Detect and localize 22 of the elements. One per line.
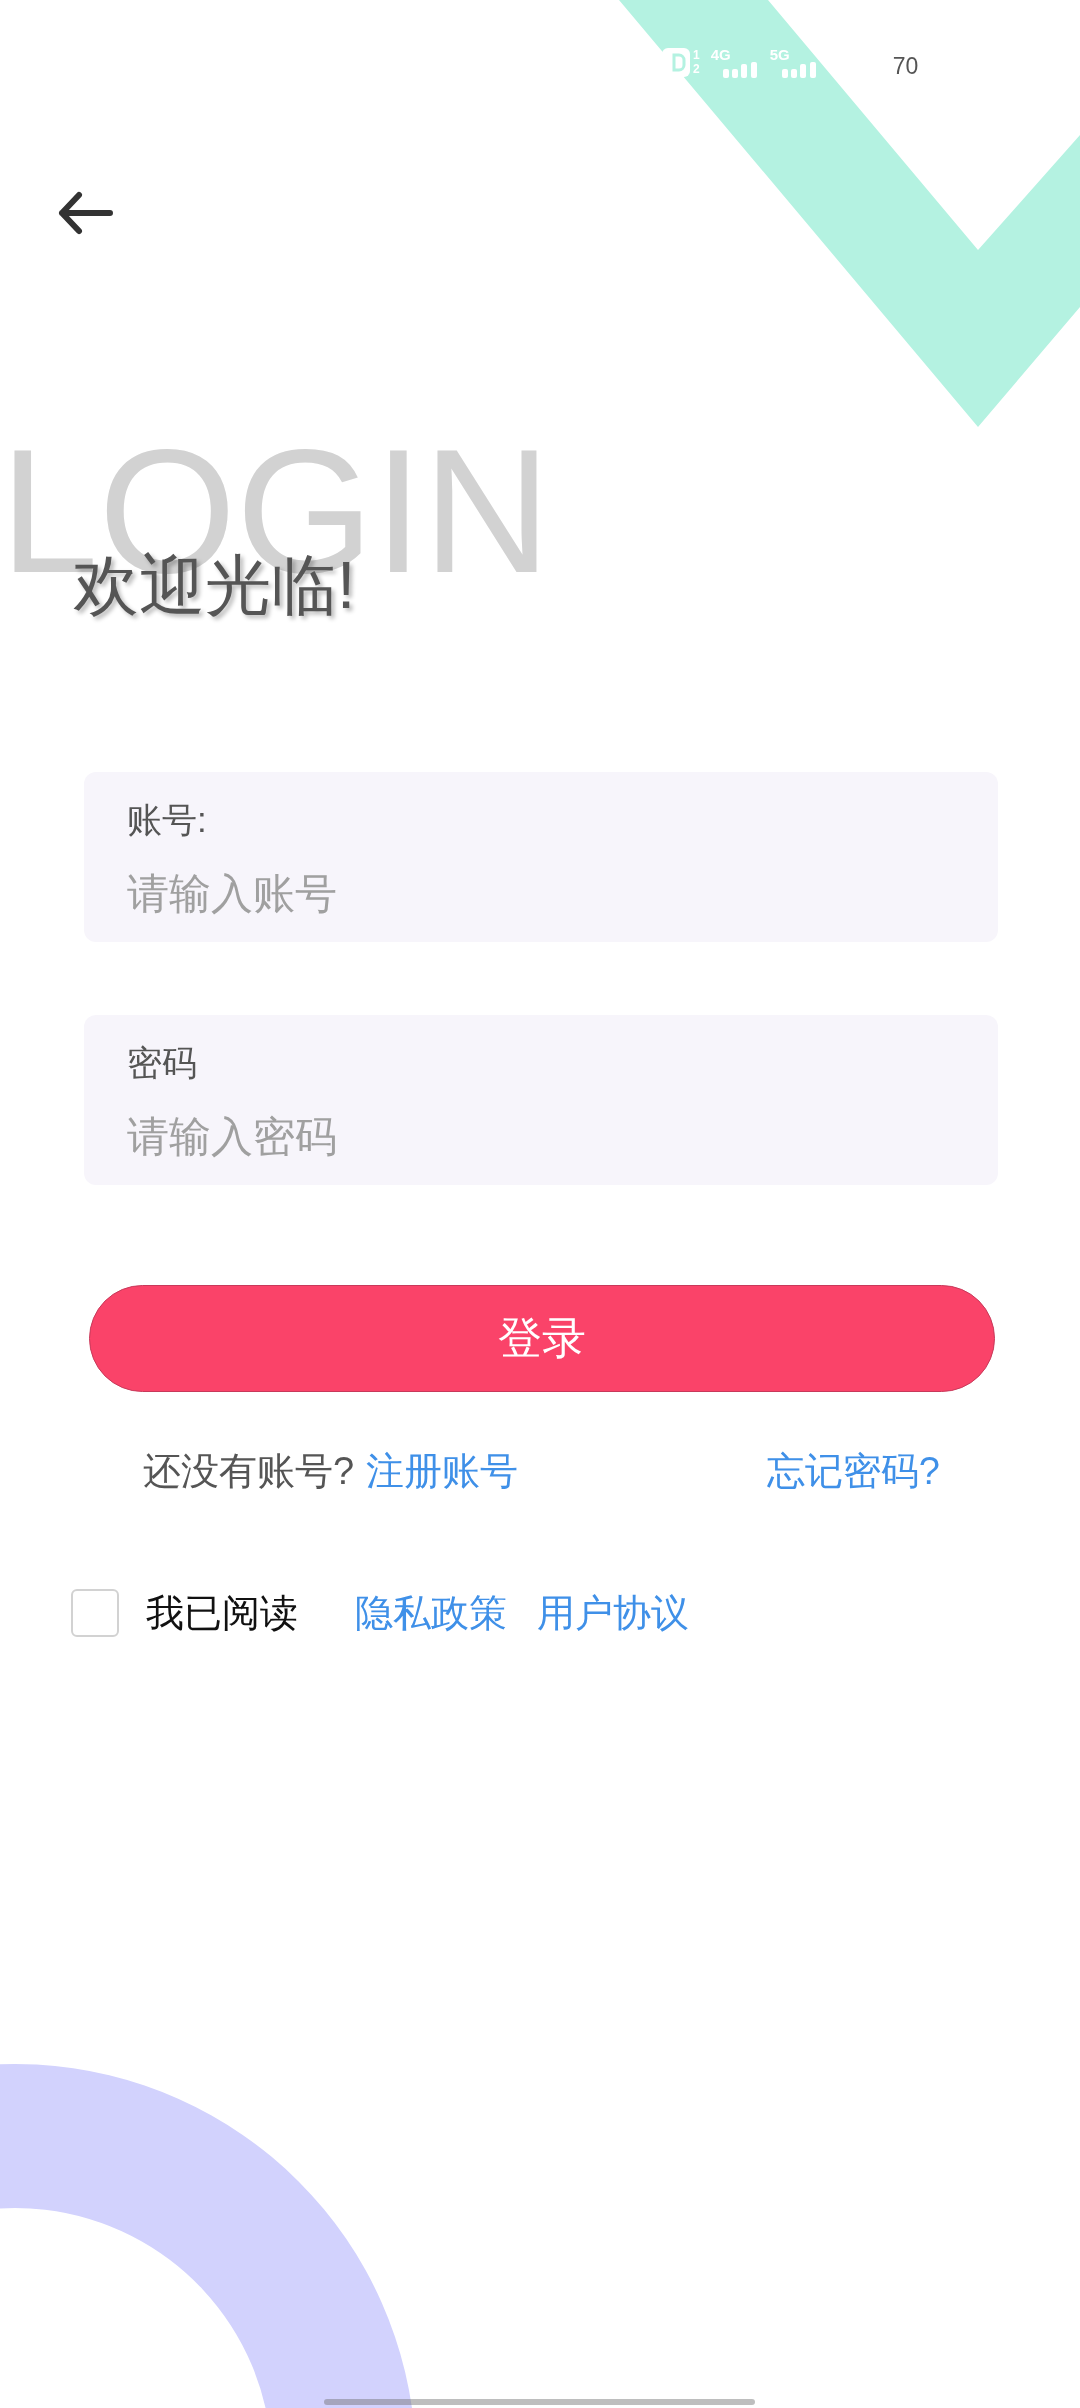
forgot-password-link[interactable]: 忘记密码? (766, 1445, 940, 1497)
field-label: 账号: (127, 799, 207, 841)
agreement-link[interactable]: 隐私政策 (355, 1587, 507, 1639)
sim-slot-number: 1 (693, 48, 700, 62)
agreement-link[interactable]: 用户协议 (537, 1587, 689, 1639)
home-indicator[interactable] (324, 2399, 755, 2405)
password-input[interactable]: 请输入密码 (127, 1107, 955, 1166)
network-type-label: 5G (769, 48, 790, 62)
agreement-checkbox[interactable] (71, 1589, 119, 1637)
signal-icon (722, 62, 758, 78)
battery-text: 70 (892, 54, 919, 78)
register-link[interactable]: 注册账号 (366, 1445, 519, 1497)
account-field[interactable]: 账号: 请输入账号 (84, 772, 998, 942)
account-input[interactable]: 请输入账号 (127, 864, 955, 923)
field-label: 密码 (127, 1042, 197, 1084)
signal-icon (781, 62, 817, 78)
password-field[interactable]: 密码 请输入密码 (84, 1015, 998, 1185)
network-type-label: 4G (710, 48, 731, 62)
agreement-text: 我已阅读 (146, 1590, 298, 1636)
login-button[interactable]: 登录 (89, 1285, 995, 1392)
no-account-prompt: 还没有账号? (143, 1448, 355, 1494)
sim-slot-number: 2 (693, 62, 700, 76)
